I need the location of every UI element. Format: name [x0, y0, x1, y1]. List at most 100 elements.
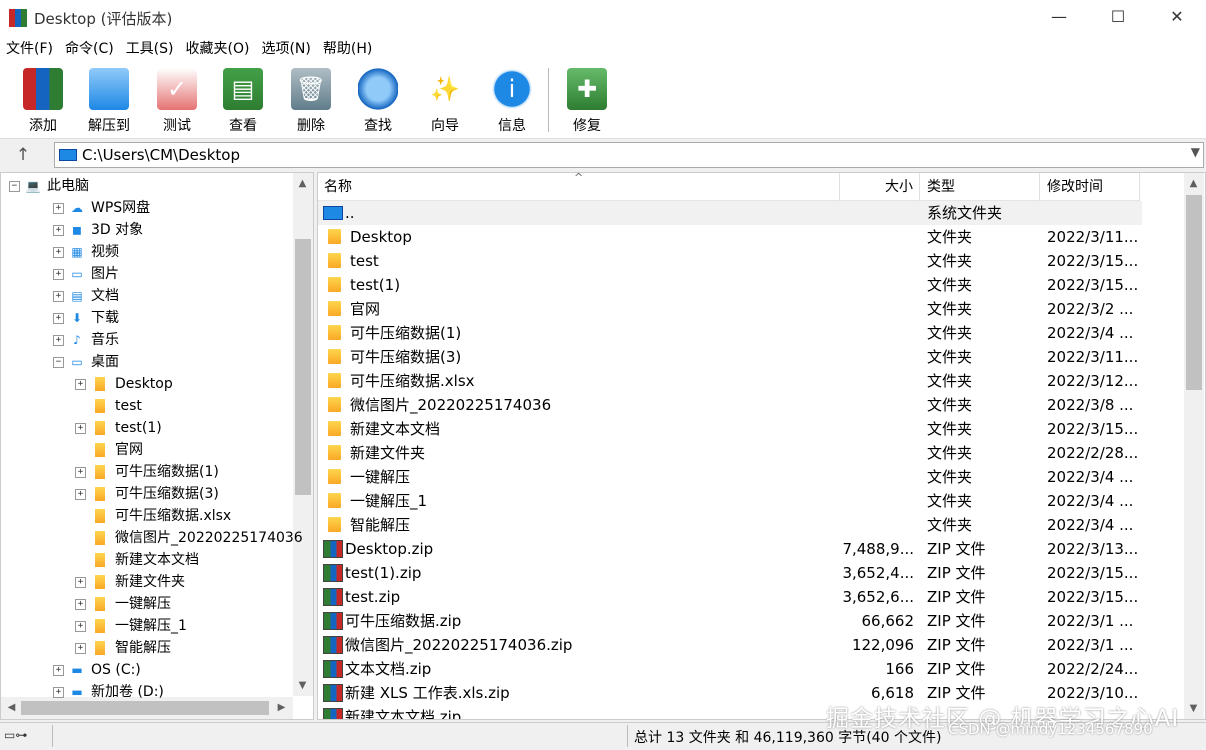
tree-item[interactable]: + ☁ WPS网盘 [53, 197, 150, 219]
menu-item-2[interactable]: 工具(S) [120, 36, 180, 62]
file-row[interactable]: 一键解压 文件夹 2022/3/4 ... [318, 465, 1142, 489]
file-row[interactable]: .. 系统文件夹 [318, 201, 1142, 225]
column-header-type[interactable]: 类型 [920, 173, 1040, 201]
maximize-button[interactable]: ☐ [1089, 0, 1147, 36]
tree-item[interactable]: + Desktop [75, 373, 173, 395]
scroll-down-icon[interactable]: ▼ [294, 677, 311, 694]
scroll-left-icon[interactable]: ◀ [3, 699, 20, 716]
file-row[interactable]: 可牛压缩数据(1) 文件夹 2022/3/4 ... [318, 321, 1142, 345]
winrar-app-icon[interactable] [9, 9, 27, 27]
file-row[interactable]: 微信图片_20220225174036 文件夹 2022/3/8 ... [318, 393, 1142, 417]
close-button[interactable]: ✕ [1148, 0, 1206, 36]
address-field[interactable]: C:\Users\CM\Desktop ▼ [54, 142, 1204, 168]
expand-icon[interactable]: + [53, 664, 64, 676]
file-row[interactable]: test 文件夹 2022/3/15... [318, 249, 1142, 273]
toolbar-button-4[interactable]: 🗑 删除 [280, 66, 342, 134]
column-header-size[interactable]: 大小 [840, 173, 920, 201]
tree-item[interactable]: 可牛压缩数据.xlsx [75, 505, 231, 527]
menu-item-0[interactable]: 文件(F) [0, 36, 59, 62]
file-row[interactable]: test(1).zip 3,652,4... ZIP 文件 2022/3/15... [318, 561, 1142, 585]
file-row[interactable]: 智能解压 文件夹 2022/3/4 ... [318, 513, 1142, 537]
expand-icon[interactable]: + [53, 202, 64, 214]
expand-icon[interactable]: + [75, 466, 86, 478]
expand-icon[interactable]: + [75, 488, 86, 500]
tree-hscroll-thumb[interactable] [21, 701, 269, 715]
tree-item[interactable]: test [75, 395, 142, 417]
file-row[interactable]: 新建文本文档 文件夹 2022/3/15... [318, 417, 1142, 441]
up-arrow-icon[interactable]: ↑ [8, 142, 38, 168]
toolbar-button-1[interactable]: 解压到 [78, 66, 140, 134]
expand-icon[interactable]: + [75, 378, 86, 390]
toolbar-button-5[interactable]: 查找 [347, 66, 409, 134]
tree-item[interactable]: + 可牛压缩数据(1) [75, 461, 219, 483]
tree-item[interactable]: + ◼ 3D 对象 [53, 219, 143, 241]
list-scroll-thumb[interactable] [1186, 195, 1202, 390]
file-row[interactable]: test.zip 3,652,6... ZIP 文件 2022/3/15... [318, 585, 1142, 609]
toolbar-button-2[interactable]: ✓ 测试 [146, 66, 208, 134]
collapse-icon[interactable]: − [53, 356, 64, 368]
toolbar-button-0[interactable]: 添加 [12, 66, 74, 134]
column-header-name[interactable]: 名称 ^ [318, 173, 840, 201]
tree-item[interactable]: 微信图片_20220225174036 [75, 527, 303, 549]
file-row[interactable]: Desktop.zip 7,488,9... ZIP 文件 2022/3/13... [318, 537, 1142, 561]
expand-icon[interactable]: + [53, 268, 64, 280]
collapse-icon[interactable]: − [9, 180, 20, 192]
menu-item-4[interactable]: 选项(N) [255, 36, 316, 62]
file-row[interactable]: 新建文件夹 文件夹 2022/2/28... [318, 441, 1142, 465]
expand-icon[interactable]: + [53, 224, 64, 236]
file-row[interactable]: test(1) 文件夹 2022/3/15... [318, 273, 1142, 297]
file-row[interactable]: 一键解压_1 文件夹 2022/3/4 ... [318, 489, 1142, 513]
tree-item[interactable]: + 一键解压_1 [75, 615, 187, 637]
file-row[interactable]: 官网 文件夹 2022/3/2 ... [318, 297, 1142, 321]
toolbar-button-3[interactable]: ▤ 查看 [212, 66, 274, 134]
list-vertical-scrollbar[interactable]: ▲ ▼ [1184, 173, 1204, 719]
file-row[interactable]: Desktop 文件夹 2022/3/11... [318, 225, 1142, 249]
tree-item[interactable]: + ▭ 图片 [53, 263, 119, 285]
expand-icon[interactable]: + [75, 576, 86, 588]
tree-item[interactable]: + ▬ OS (C:) [53, 659, 141, 681]
toolbar-button-6[interactable]: ✨ 向导 [414, 66, 476, 134]
expand-icon[interactable]: + [53, 686, 64, 698]
column-header-modified[interactable]: 修改时间 [1040, 173, 1140, 201]
expand-icon[interactable]: + [53, 312, 64, 324]
drive-status-icon[interactable]: ▭⊶ [4, 728, 48, 744]
chevron-down-icon[interactable]: ▼ [1191, 145, 1200, 159]
file-row[interactable]: 可牛压缩数据.xlsx 文件夹 2022/3/12... [318, 369, 1142, 393]
menu-item-5[interactable]: 帮助(H) [317, 36, 378, 62]
tree-item[interactable]: 官网 [75, 439, 143, 461]
tree-vertical-scrollbar[interactable]: ▲ ▼ [293, 173, 313, 696]
menu-item-1[interactable]: 命令(C) [59, 36, 120, 62]
minimize-button[interactable]: — [1030, 0, 1088, 36]
file-row[interactable]: 可牛压缩数据(3) 文件夹 2022/3/11... [318, 345, 1142, 369]
expand-icon[interactable]: + [75, 598, 86, 610]
tree-item[interactable]: + ▦ 视频 [53, 241, 119, 263]
tree-item[interactable]: − ▭ 桌面 [53, 351, 119, 373]
expand-icon[interactable]: + [53, 290, 64, 302]
tree-item[interactable]: 新建文本文档 [75, 549, 199, 571]
file-row[interactable]: 文本文档.zip 166 ZIP 文件 2022/2/24... [318, 657, 1142, 681]
expand-icon[interactable]: + [75, 642, 86, 654]
tree-item[interactable]: + 可牛压缩数据(3) [75, 483, 219, 505]
list-scroll-down-icon[interactable]: ▼ [1185, 700, 1202, 717]
tree-item[interactable]: + 一键解压 [75, 593, 171, 615]
expand-icon[interactable]: + [75, 620, 86, 632]
expand-icon[interactable]: + [75, 422, 86, 434]
tree-item[interactable]: + ♪ 音乐 [53, 329, 119, 351]
tree-scroll-thumb[interactable] [295, 239, 311, 495]
expand-icon[interactable]: + [53, 334, 64, 346]
tree-item[interactable]: + ▤ 文档 [53, 285, 119, 307]
tree-item[interactable]: + ⬇ 下载 [53, 307, 119, 329]
file-row[interactable]: 可牛压缩数据.zip 66,662 ZIP 文件 2022/3/1 ... [318, 609, 1142, 633]
file-row[interactable]: 微信图片_20220225174036.zip 122,096 ZIP 文件 2022… [318, 633, 1142, 657]
tree-item[interactable]: + test(1) [75, 417, 162, 439]
tree-item[interactable]: + 新建文件夹 [75, 571, 185, 593]
toolbar-button-8[interactable]: ✚ 修复 [556, 66, 618, 134]
toolbar-button-7[interactable]: i 信息 [481, 66, 543, 134]
menu-item-3[interactable]: 收藏夹(O) [180, 36, 256, 62]
list-scroll-up-icon[interactable]: ▲ [1185, 175, 1202, 192]
scroll-up-icon[interactable]: ▲ [294, 175, 311, 192]
tree-item[interactable]: + ▬ 新加卷 (D:) [53, 681, 164, 703]
tree-item[interactable]: + 智能解压 [75, 637, 171, 659]
expand-icon[interactable]: + [53, 246, 64, 258]
scroll-right-icon[interactable]: ▶ [273, 699, 290, 716]
